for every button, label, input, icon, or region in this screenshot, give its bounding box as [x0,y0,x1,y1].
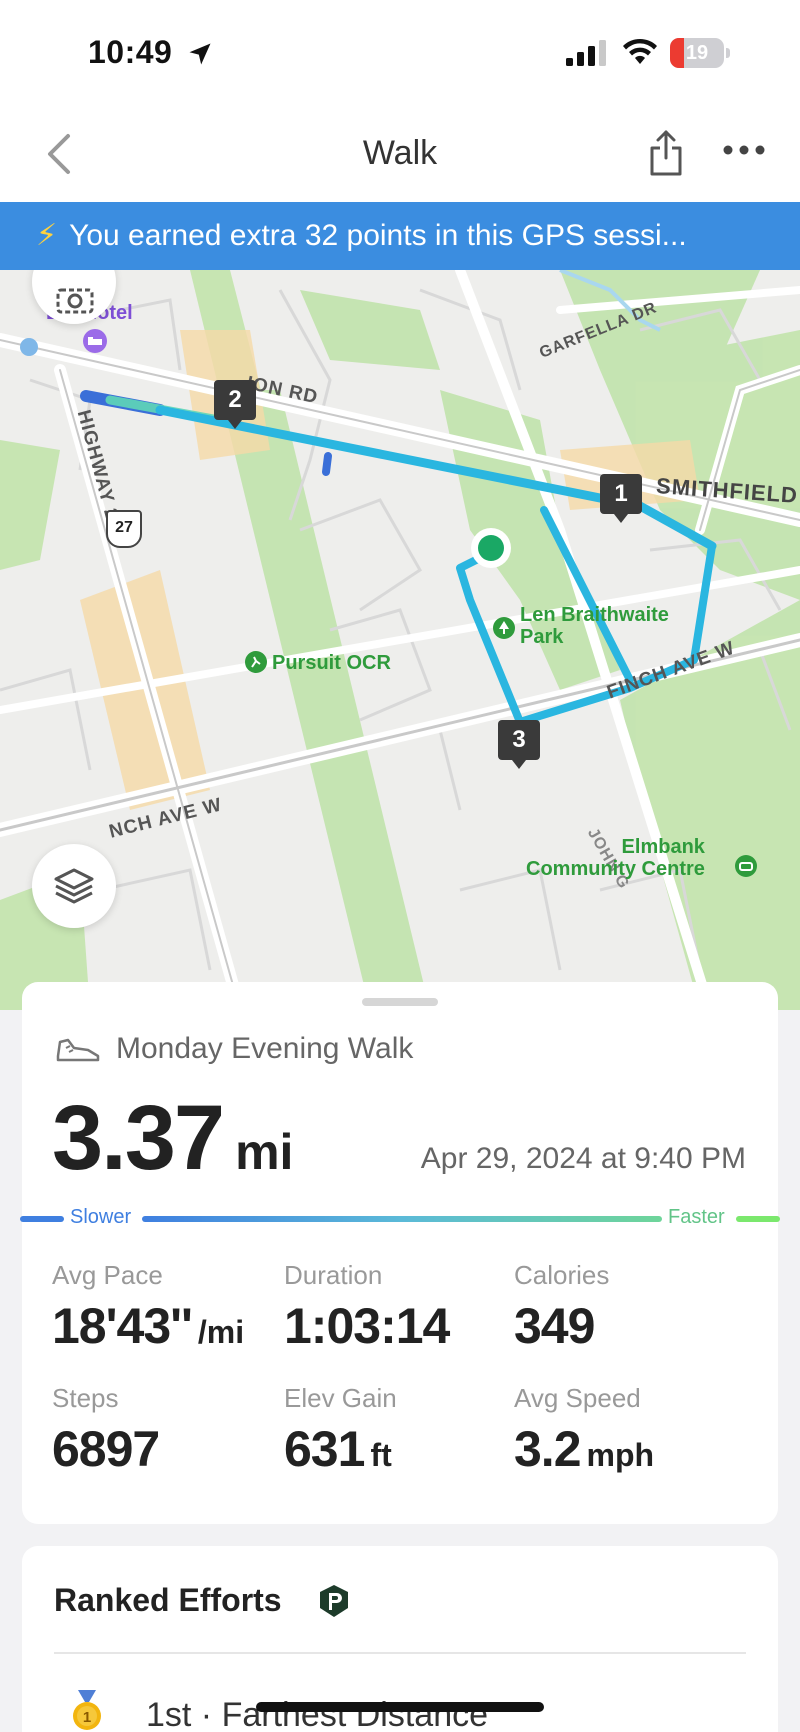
workout-date: Apr 29, 2024 at 9:40 PM [420,1142,746,1175]
status-bar: 10:49 19 [0,0,800,104]
home-indicator[interactable] [256,1702,544,1712]
elmbank-label[interactable]: Elmbank Community Centre [526,836,705,880]
park-tree-icon[interactable] [492,616,516,640]
battery-indicator: 19 [670,38,730,68]
ranked-efforts-title: Ranked Efforts [54,1582,282,1618]
shoe-icon [56,1038,100,1062]
community-centre-icon[interactable] [734,854,758,878]
lightning-bolt-icon: ⚡ [36,219,58,252]
stat-unit: /mi [197,1314,245,1350]
sheet-grabber[interactable] [362,998,438,1006]
ranked-badge-icon [320,1585,348,1617]
stat-unit: mph [586,1437,655,1473]
stat-avg-speed: Avg Speed 3.2 mph [514,1383,654,1478]
stat-duration: Duration 1:03:14 [284,1260,450,1355]
highway-27-shield-icon: 27 [106,510,142,548]
stat-value: 631 ft [284,1420,397,1478]
camera-icon [56,288,94,314]
distance-number: 3.37 [52,1087,225,1189]
pace-gradient [142,1216,662,1222]
stat-number: 6897 [52,1421,160,1477]
workout-title: Monday Evening Walk [116,1032,414,1065]
stat-calories: Calories 349 [514,1260,609,1355]
stat-number: 631 [284,1421,365,1477]
pace-faster-label: Faster [668,1206,725,1228]
stat-label: Duration [284,1260,383,1290]
park-label[interactable]: Len Braithwaite Park [520,604,669,648]
stat-label: Calories [514,1260,610,1290]
stat-elev-gain: Elev Gain 631 ft [284,1383,397,1478]
stat-unit: ft [370,1437,392,1473]
cellular-signal-icon [566,40,606,66]
route-map[interactable]: GARFELLA DR ION RD SMITHFIELD FINCH AVE … [0,270,800,1010]
status-time: 10:49 [88,34,173,70]
nav-bar: Walk [0,104,800,202]
stat-label: Steps [52,1383,119,1413]
map-layers-button[interactable] [32,844,116,928]
stat-number: 3.2 [514,1421,582,1477]
gold-medal-icon: 1 [73,1690,101,1730]
svg-text:1: 1 [83,1709,91,1726]
wifi-icon [623,38,657,64]
points-banner[interactable]: ⚡ You earned extra 32 points in this GPS … [0,202,800,270]
distance-value: 3.37 mi [52,1090,293,1200]
stat-value: 6897 [52,1420,160,1478]
stat-label: Avg Pace [52,1260,163,1290]
pursuit-ocr-label[interactable]: Pursuit OCR [272,652,391,674]
stat-number: 349 [514,1298,595,1354]
location-arrow-icon [189,43,211,65]
stat-avg-pace: Avg Pace 18'43''/mi [52,1260,244,1355]
stat-value: 18'43''/mi [52,1297,244,1355]
pace-fast-swatch [736,1216,780,1222]
stat-label: Elev Gain [284,1383,397,1413]
split-marker-1[interactable]: 1 [600,474,642,523]
split-marker-3[interactable]: 3 [498,720,540,769]
share-icon[interactable] [646,128,686,176]
more-options-icon[interactable] [722,142,766,158]
banner-text: You earned extra 32 points in this GPS s… [69,219,687,252]
layers-icon [54,868,94,904]
pace-slow-swatch [20,1216,64,1222]
stat-number: 1:03:14 [284,1298,450,1354]
hotel-bed-icon[interactable] [82,328,108,354]
battery-level: 19 [685,42,709,64]
stat-value: 349 [514,1297,609,1355]
fitness-icon[interactable] [244,650,268,674]
stat-number: 18'43'' [52,1298,193,1354]
stat-value: 1:03:14 [284,1297,450,1355]
map-pin-dot-icon [20,338,38,356]
stat-value: 3.2 mph [514,1420,654,1478]
pace-slower-label: Slower [70,1206,132,1228]
stat-label: Avg Speed [514,1383,641,1413]
stat-steps: Steps 6897 [52,1383,160,1478]
distance-unit: mi [235,1124,294,1180]
divider [54,1652,746,1654]
pace-legend: Slower Faster [0,1204,800,1232]
map-canvas [0,270,800,1010]
split-marker-2[interactable]: 2 [214,380,256,429]
